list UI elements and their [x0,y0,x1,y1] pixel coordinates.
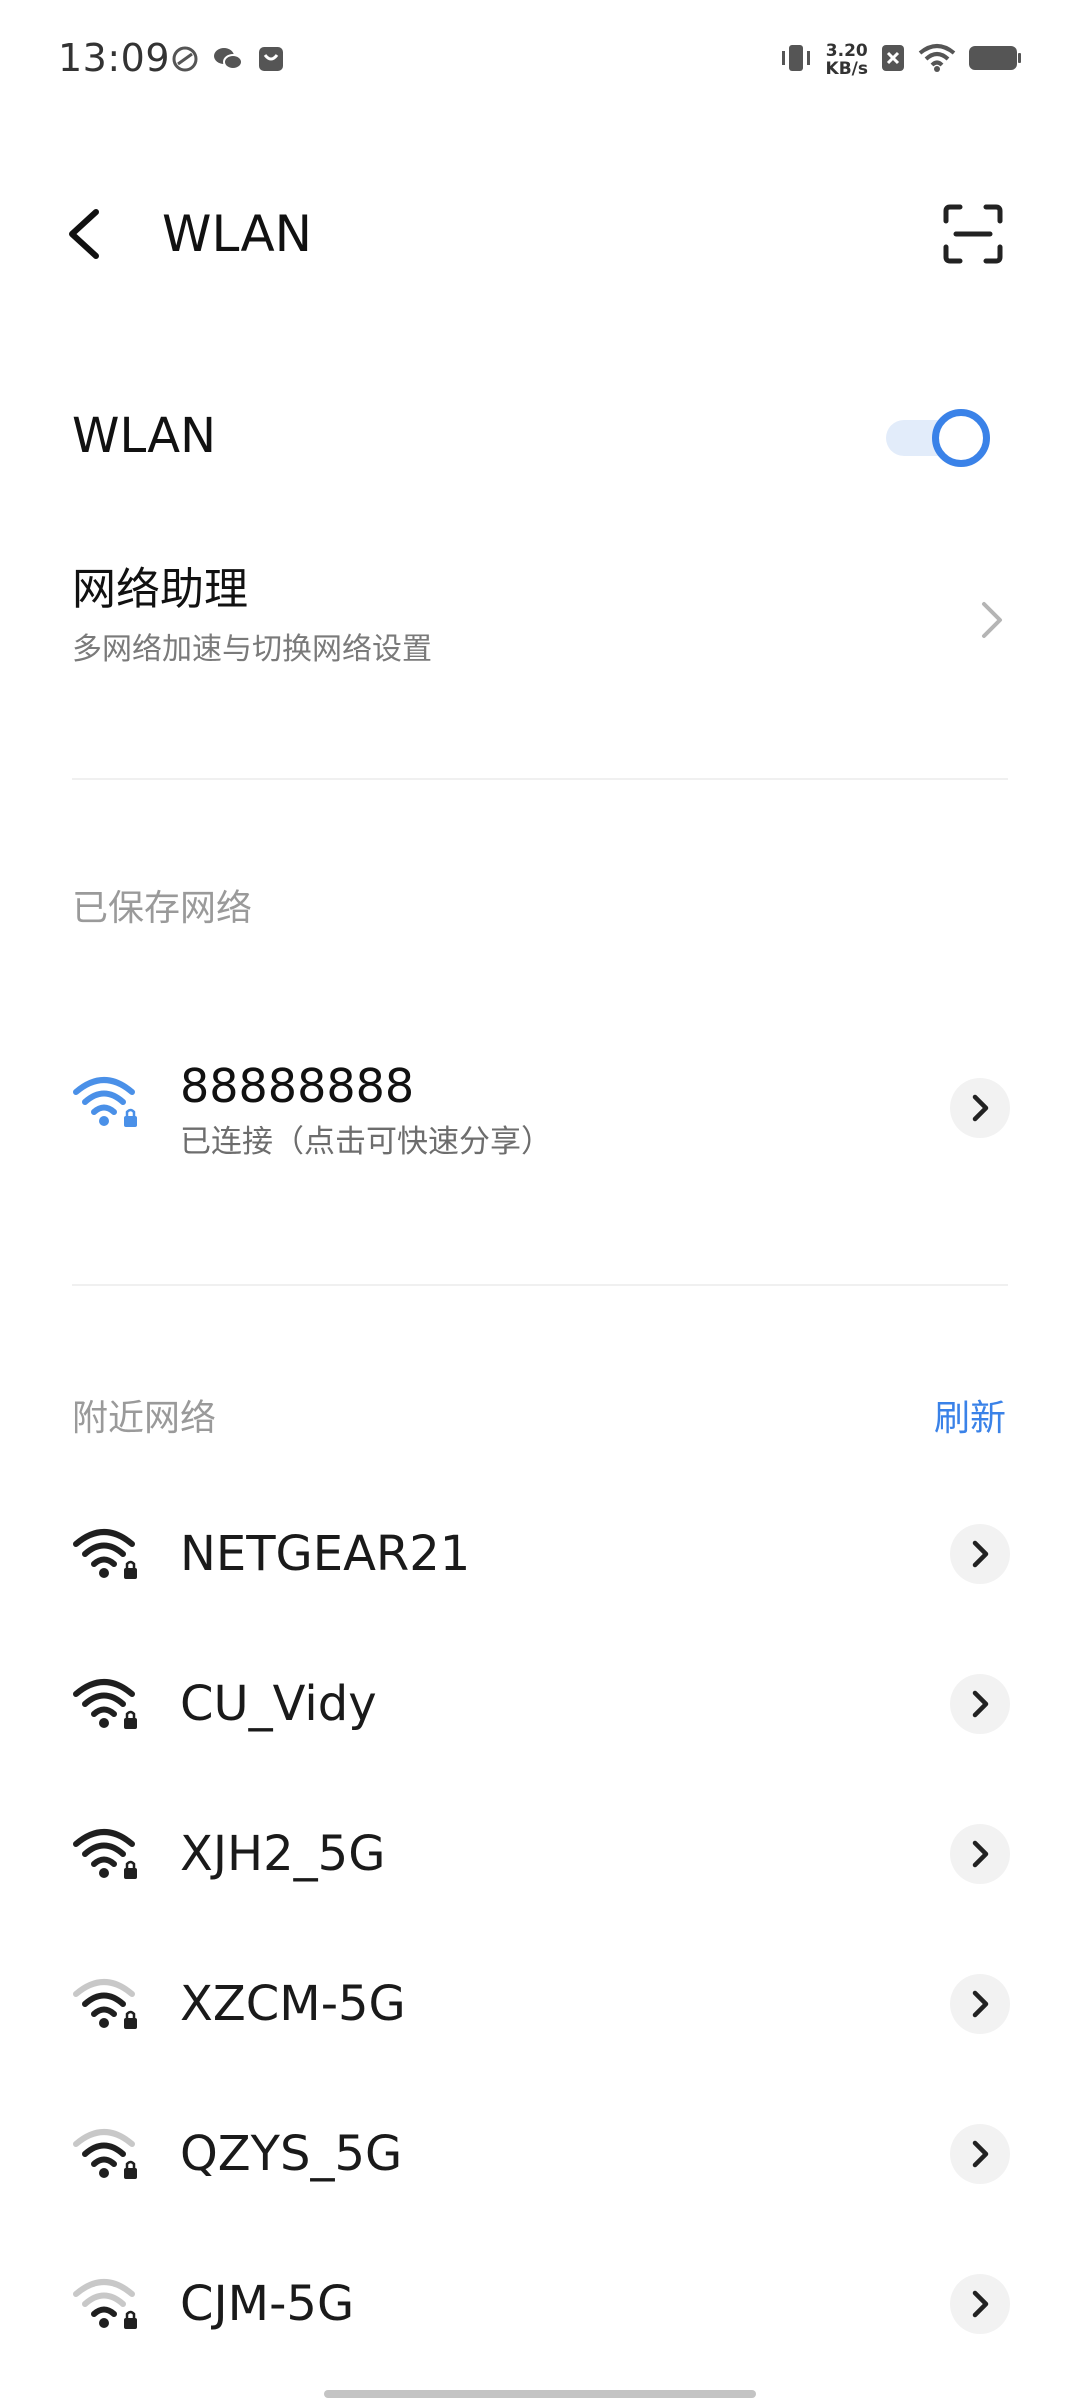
network-assistant-subtitle: 多网络加速与切换网络设置 [72,632,432,667]
wifi-secured-icon [72,1524,140,1584]
nearby-network-item[interactable]: CJM-5G [0,2230,1080,2380]
chevron-right-icon [972,1840,989,1868]
chevron-right-icon [972,2290,989,2318]
wifi-secured-icon [72,1974,140,2034]
network-detail-button[interactable] [950,2124,1010,2184]
nearby-network-name: XJH2_5G [180,1826,386,1882]
back-arrow-icon[interactable] [64,204,104,264]
status-time: 13:09 [58,36,171,80]
nearby-network-name: XZCM-5G [180,1976,406,2032]
wlan-toggle-label: WLAN [72,408,217,464]
network-assistant-row[interactable]: 网络助理 多网络加速与切换网络设置 [0,560,1080,680]
nearby-network-item[interactable]: XZCM-5G [0,1930,1080,2080]
nearby-network-item[interactable]: CU_Vidy [0,1630,1080,1780]
status-bar: 13:09 3.20 KB/s [0,0,1080,126]
status-right-icons: 3.20 KB/s [778,42,1022,78]
toggle-knob [932,409,990,467]
wifi-secured-icon [72,1824,140,1884]
notification-icons [170,44,286,78]
wlan-toggle-switch[interactable] [886,402,1006,474]
saved-network-name: 88888888 [180,1059,415,1113]
network-detail-button[interactable] [950,1524,1010,1584]
wifi-status-icon [918,43,956,77]
shopping-bag-icon [256,44,286,78]
saved-network-row[interactable]: 88888888 已连接（点击可快速分享） [0,1040,1080,1170]
wifi-connected-icon [72,1072,140,1132]
battery-icon [968,44,1022,76]
chevron-right-icon [972,1540,989,1568]
divider [72,778,1008,780]
chevron-right-icon [972,1690,989,1718]
page-title: WLAN [162,205,313,263]
network-speed: 3.20 KB/s [826,42,868,78]
network-detail-button[interactable] [950,1974,1010,2034]
network-detail-button[interactable] [950,1824,1010,1884]
wechat-icon [212,44,244,78]
nearby-network-name: QZYS_5G [180,2126,403,2182]
scan-qr-icon[interactable] [942,203,1004,265]
no-sim-icon [880,43,906,77]
network-detail-button[interactable] [950,1674,1010,1734]
nearby-network-item[interactable]: XJH2_5G [0,1780,1080,1930]
app-notification-icon [170,44,200,78]
home-indicator[interactable] [324,2390,756,2398]
network-detail-button[interactable] [950,1078,1010,1138]
nearby-network-item[interactable]: NETGEAR21 [0,1480,1080,1630]
nearby-network-item[interactable]: QZYS_5G [0,2080,1080,2230]
chevron-right-icon [972,2140,989,2168]
nearby-network-name: NETGEAR21 [180,1526,471,1582]
saved-network-status: 已连接（点击可快速分享） [180,1124,552,1160]
chevron-right-icon [980,600,1004,640]
wifi-secured-icon [72,2124,140,2184]
network-speed-unit: KB/s [825,59,868,79]
nearby-network-name: CJM-5G [180,2276,355,2332]
divider [72,1284,1008,1286]
wlan-settings-screen: 13:09 3.20 KB/s WLAN WLAN 网络助理 多网络加速与切换网… [0,0,1080,2408]
network-assistant-title: 网络助理 [72,564,248,615]
network-detail-button[interactable] [950,2274,1010,2334]
nearby-network-list: NETGEAR21 CU_Vidy XJH2_5G XZCM-5G QZYS_5G CJM… [0,1480,1080,2380]
nearby-networks-header: 附近网络 [72,1398,217,1439]
wifi-secured-icon [72,2274,140,2334]
wifi-secured-icon [72,1674,140,1734]
chevron-right-icon [972,1094,989,1122]
network-speed-value: 3.20 [825,41,868,61]
chevron-right-icon [972,1990,989,2018]
nearby-network-name: CU_Vidy [180,1676,377,1732]
vibrate-icon [778,42,814,78]
refresh-link[interactable]: 刷新 [934,1394,1006,1444]
saved-networks-header: 已保存网络 [72,888,253,929]
